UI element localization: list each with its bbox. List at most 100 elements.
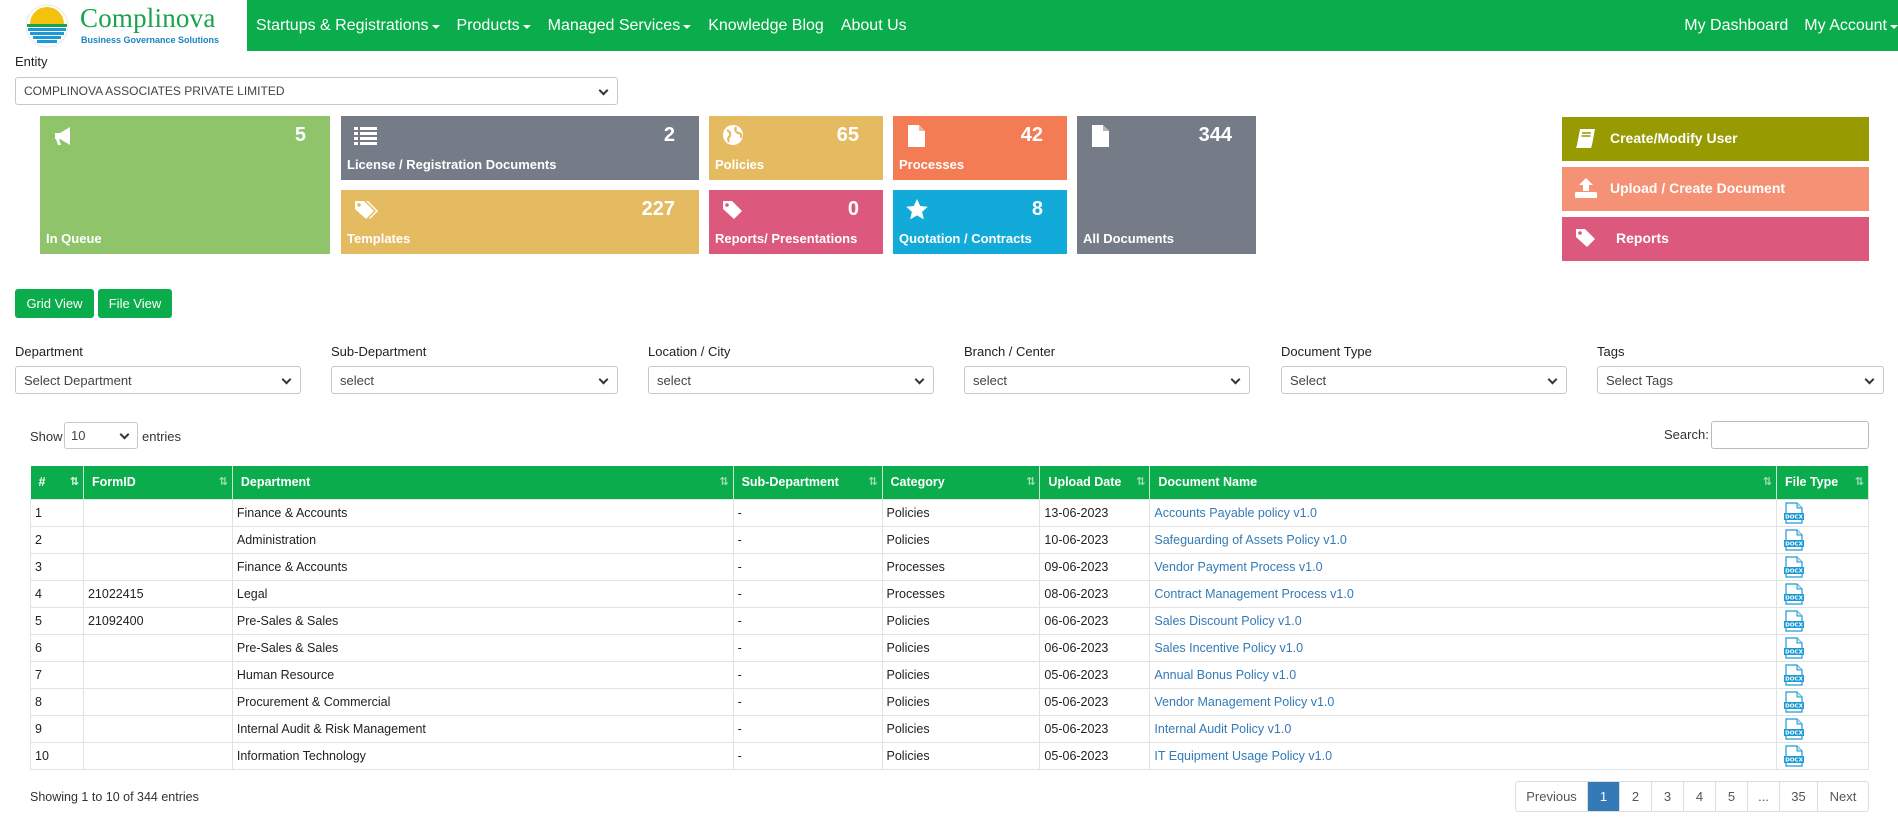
document-link[interactable]: Annual Bonus Policy v1.0 — [1154, 668, 1296, 682]
docx-file-icon[interactable]: DOCX — [1783, 636, 1805, 659]
col-number[interactable]: # ⇅ — [30, 466, 84, 499]
cell-upload-date: 10-06-2023 — [1039, 525, 1151, 554]
cell-formid — [82, 741, 233, 770]
tile-templates[interactable]: 227 Templates — [341, 190, 699, 254]
tile-in-queue-count: 5 — [294, 124, 306, 146]
tile-reports-count: 0 — [847, 198, 859, 220]
search-label: Search: — [1664, 427, 1709, 442]
tile-all-documents-label: All Documents — [1083, 231, 1175, 246]
tile-policies[interactable]: 65 Policies — [709, 116, 883, 180]
menu-startups[interactable]: Startups & Registrations — [256, 17, 440, 35]
my-account-menu[interactable]: My Account — [1804, 17, 1898, 35]
cell-document-name: Contract Management Process v1.0 — [1149, 579, 1777, 608]
tile-quotation-label: Quotation / Contracts — [899, 231, 1032, 246]
filter-document-type-select[interactable]: Select — [1281, 366, 1567, 394]
entity-label: Entity — [15, 54, 48, 69]
cell-formid: 21092400 — [82, 606, 233, 635]
pagination-next[interactable]: Next — [1818, 782, 1868, 811]
document-link[interactable]: Safeguarding of Assets Policy v1.0 — [1154, 533, 1346, 547]
tile-quotation-contracts[interactable]: 8 Quotation / Contracts — [893, 190, 1067, 254]
document-link[interactable]: Contract Management Process v1.0 — [1154, 587, 1353, 601]
document-link[interactable]: Accounts Payable policy v1.0 — [1154, 506, 1317, 520]
docx-file-icon[interactable]: DOCX — [1783, 528, 1805, 551]
chevron-down-icon — [1864, 374, 1875, 385]
col-formid[interactable]: FormID ⇅ — [83, 466, 233, 499]
create-modify-user-button[interactable]: Create/Modify User — [1562, 117, 1869, 161]
docx-file-icon[interactable]: DOCX — [1783, 744, 1805, 767]
cell-formid — [82, 552, 233, 581]
cell-upload-date: 05-06-2023 — [1039, 741, 1151, 770]
filter-branch-select[interactable]: select — [964, 366, 1250, 394]
document-link[interactable]: Vendor Payment Process v1.0 — [1154, 560, 1322, 574]
docx-file-icon[interactable]: DOCX — [1783, 690, 1805, 713]
pagination-previous[interactable]: Previous — [1516, 782, 1588, 811]
filter-sub-department-select[interactable]: select — [331, 366, 618, 394]
filter-location-label: Location / City — [648, 344, 731, 359]
tile-all-documents[interactable]: 344 All Documents — [1077, 116, 1256, 254]
menu-knowledge-blog[interactable]: Knowledge Blog — [708, 17, 824, 35]
col-sub-department[interactable]: Sub-Department ⇅ — [733, 466, 883, 499]
docx-label: DOCX — [1785, 622, 1804, 628]
docx-file-icon[interactable]: DOCX — [1783, 663, 1805, 686]
document-link[interactable]: Sales Incentive Policy v1.0 — [1154, 641, 1303, 655]
docx-file-icon[interactable]: DOCX — [1783, 609, 1805, 632]
docx-file-icon[interactable]: DOCX — [1783, 555, 1805, 578]
tile-in-queue[interactable]: 5 In Queue — [40, 116, 330, 254]
tile-license-count: 2 — [663, 124, 675, 146]
pagination-page-2[interactable]: 2 — [1620, 782, 1652, 811]
reports-button[interactable]: Reports — [1562, 217, 1869, 261]
col-file-type-label: File Type — [1784, 475, 1839, 490]
page-size-select[interactable]: 10 — [64, 422, 138, 449]
table-row: 2 Administration - Policies 10-06-2023 Safegu… — [30, 525, 1870, 554]
table-row: 10 Information Technology - Policies 05-06-2… — [30, 741, 1870, 770]
document-link[interactable]: Internal Audit Policy v1.0 — [1154, 722, 1291, 736]
cell-category: Policies — [881, 525, 1041, 554]
menu-products[interactable]: Products — [457, 17, 531, 35]
pagination-page-35[interactable]: 35 — [1780, 782, 1818, 811]
filter-department-select[interactable]: Select Department — [15, 366, 301, 394]
user-menu: My Dashboard My Account — [1668, 0, 1898, 51]
cell-department: Pre-Sales & Sales — [231, 633, 734, 662]
docx-file-icon[interactable]: DOCX — [1783, 582, 1805, 605]
filter-document-type-label: Document Type — [1281, 344, 1372, 359]
pagination-page-1[interactable]: 1 — [1588, 782, 1620, 811]
pagination-page-4[interactable]: 4 — [1684, 782, 1716, 811]
file-view-button[interactable]: File View — [98, 289, 172, 318]
document-link[interactable]: Vendor Management Policy v1.0 — [1154, 695, 1334, 709]
document-link[interactable]: Sales Discount Policy v1.0 — [1154, 614, 1301, 628]
sort-icon: ⇅ — [218, 476, 228, 488]
cell-file-type: DOCX — [1775, 579, 1870, 608]
filter-tags-select[interactable]: Select Tags — [1597, 366, 1884, 394]
cell-formid — [82, 525, 233, 554]
tile-policies-count: 65 — [836, 124, 859, 146]
col-upload-date[interactable]: Upload Date ⇅ — [1039, 466, 1151, 499]
pagination-page-5[interactable]: 5 — [1716, 782, 1748, 811]
tile-license-documents[interactable]: 2 License / Registration Documents — [341, 116, 699, 180]
col-document-name[interactable]: Document Name ⇅ — [1149, 466, 1777, 499]
tile-processes[interactable]: 42 Processes — [893, 116, 1067, 180]
col-file-type[interactable]: File Type ⇅ — [1776, 466, 1870, 499]
pagination-page-3[interactable]: 3 — [1652, 782, 1684, 811]
cell-file-type: DOCX — [1775, 525, 1870, 554]
upload-create-document-button[interactable]: Upload / Create Document — [1562, 167, 1869, 211]
tile-reports-presentations[interactable]: 0 Reports/ Presentations — [709, 190, 883, 254]
grid-view-button[interactable]: Grid View — [15, 289, 94, 318]
filter-location-select[interactable]: select — [648, 366, 934, 394]
tile-processes-count: 42 — [1020, 124, 1043, 146]
my-dashboard-link[interactable]: My Dashboard — [1684, 17, 1788, 35]
brand-logo[interactable]: Complinova Business Governance Solutions — [0, 0, 247, 51]
docx-file-icon[interactable]: DOCX — [1783, 501, 1805, 524]
col-department[interactable]: Department ⇅ — [232, 466, 734, 499]
pagination: Previous 1 2 3 4 5 ... 35 Next — [1515, 781, 1869, 812]
tag-icon — [723, 201, 742, 219]
cell-formid — [82, 714, 233, 743]
entity-select[interactable]: COMPLINOVA ASSOCIATES PRIVATE LIMITED — [15, 77, 618, 105]
docx-file-icon[interactable]: DOCX — [1783, 717, 1805, 740]
document-link[interactable]: IT Equipment Usage Policy v1.0 — [1154, 749, 1332, 763]
col-category[interactable]: Category ⇅ — [882, 466, 1041, 499]
table-row: 7 Human Resource - Policies 05-06-2023 Annual… — [30, 660, 1870, 689]
search-input[interactable] — [1711, 421, 1869, 449]
cell-formid — [82, 687, 233, 716]
menu-managed-services[interactable]: Managed Services — [548, 17, 692, 35]
menu-about-us[interactable]: About Us — [841, 17, 907, 35]
